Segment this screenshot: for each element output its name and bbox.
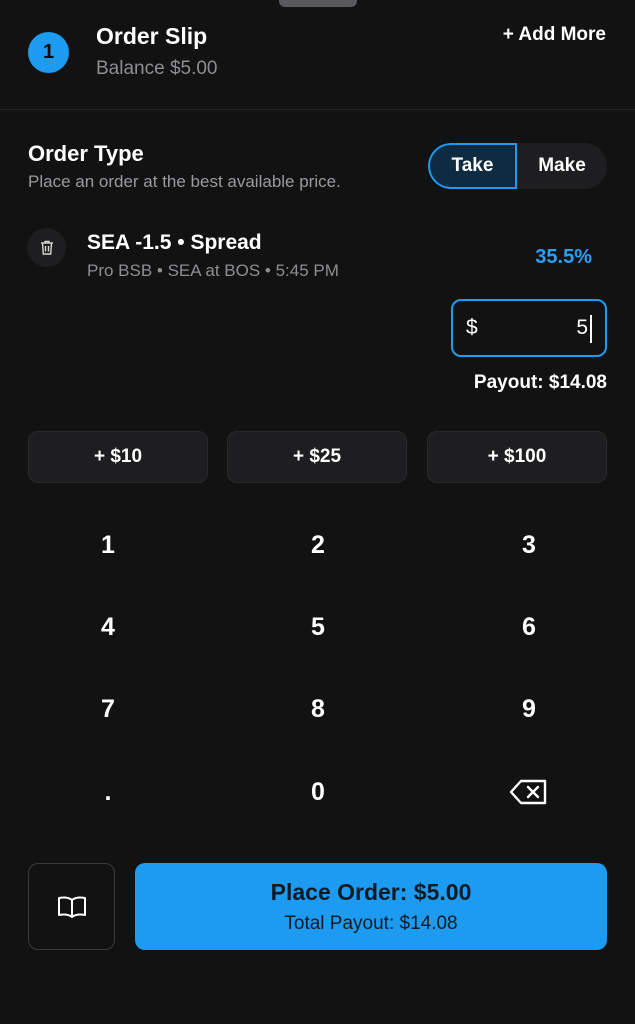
order-slip-header: 1 Order Slip Balance $5.00 + Add More <box>0 0 635 110</box>
keypad-key-1[interactable]: 1 <box>48 515 168 575</box>
amount-value: 5 <box>576 316 588 339</box>
add-more-button[interactable]: + Add More <box>503 24 606 46</box>
rules-book-button[interactable] <box>28 863 115 950</box>
keypad-key-6[interactable]: 6 <box>469 597 589 657</box>
amount-input[interactable]: $ 5 <box>451 299 607 357</box>
payout-text: Payout: $14.08 <box>473 372 607 393</box>
remove-market-button[interactable] <box>27 228 66 267</box>
keypad-key-2[interactable]: 2 <box>258 515 378 575</box>
place-order-label: Place Order: $5.00 <box>270 879 472 905</box>
balance-text: Balance $5.00 <box>96 58 218 79</box>
order-type-make-option[interactable]: Make <box>517 143 607 189</box>
order-slip-sheet: 1 Order Slip Balance $5.00 + Add More Or… <box>0 0 635 1024</box>
quick-add-25-button[interactable]: + $25 <box>227 431 407 483</box>
backspace-icon <box>509 779 547 805</box>
keypad-backspace-button[interactable] <box>469 762 589 822</box>
keypad-key-4[interactable]: 4 <box>48 597 168 657</box>
keypad-key-decimal[interactable]: . <box>48 762 168 822</box>
quick-add-100-button[interactable]: + $100 <box>427 431 607 483</box>
slip-count-badge: 1 <box>28 32 69 73</box>
market-title: SEA -1.5 • Spread <box>87 231 262 254</box>
currency-symbol: $ <box>466 316 478 339</box>
book-icon <box>57 896 86 918</box>
keypad-key-8[interactable]: 8 <box>258 679 378 739</box>
order-type-description: Place an order at the best available pri… <box>28 172 341 191</box>
keypad-key-3[interactable]: 3 <box>469 515 589 575</box>
keypad-key-0[interactable]: 0 <box>258 762 378 822</box>
market-subtitle: Pro BSB • SEA at BOS • 5:45 PM <box>87 261 339 280</box>
market-odds: 35.5% <box>535 246 592 268</box>
keypad-key-7[interactable]: 7 <box>48 679 168 739</box>
total-payout-label: Total Payout: $14.08 <box>284 913 458 934</box>
trash-icon <box>40 240 53 255</box>
quick-add-10-button[interactable]: + $10 <box>28 431 208 483</box>
text-cursor <box>590 315 592 343</box>
place-order-button[interactable]: Place Order: $5.00 Total Payout: $14.08 <box>135 863 607 950</box>
keypad-key-5[interactable]: 5 <box>258 597 378 657</box>
keypad-key-9[interactable]: 9 <box>469 679 589 739</box>
order-type-take-option[interactable]: Take <box>428 143 517 189</box>
order-type-title: Order Type <box>28 141 144 166</box>
order-type-toggle: Take Make <box>428 143 607 189</box>
order-slip-title: Order Slip <box>96 23 208 49</box>
